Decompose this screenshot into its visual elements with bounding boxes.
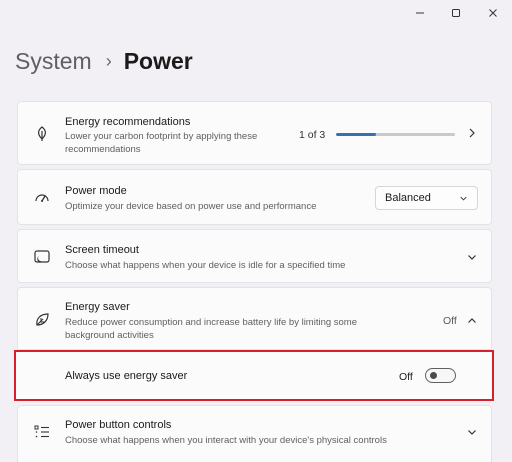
energy-saver-status: Off (443, 315, 457, 327)
power-mode-description: Optimize your device based on power use … (65, 201, 317, 212)
speedometer-icon (32, 188, 52, 208)
close-icon (489, 9, 497, 17)
energy-recommendations-card[interactable]: Energy recommendations Lower your carbon… (17, 101, 492, 165)
power-button-controls-card[interactable]: Power button controls Choose what happen… (17, 405, 492, 462)
title-bar (0, 0, 512, 26)
energy-recommendations-description: Lower your carbon footprint by applying … (65, 131, 258, 155)
list-icon (32, 422, 52, 442)
minimize-button[interactable] (408, 4, 432, 22)
always-use-toggle-label: Off (399, 371, 413, 383)
recommendations-progress-fill (336, 133, 376, 136)
power-button-controls-description: Choose what happens when you interact wi… (65, 435, 387, 446)
always-use-energy-saver-row: Always use energy saver Off (14, 350, 494, 401)
chevron-down-icon (465, 250, 479, 264)
breadcrumb: System › Power (15, 44, 193, 78)
toggle-knob (430, 372, 437, 379)
power-mode-dropdown[interactable]: Balanced (375, 186, 478, 210)
power-mode-title: Power mode (65, 185, 127, 197)
close-button[interactable] (481, 4, 505, 22)
energy-saver-card[interactable]: Energy saver Reduce power consumption an… (17, 287, 492, 350)
breadcrumb-system[interactable]: System (15, 48, 92, 75)
page-title: Power (123, 47, 193, 74)
screen-timeout-description: Choose what happens when your device is … (65, 260, 346, 271)
screen-timeout-title: Screen timeout (65, 244, 139, 256)
power-mode-selected: Balanced (385, 192, 431, 204)
energy-saver-description: Reduce power consumption and increase ba… (65, 317, 358, 341)
maximize-icon (452, 9, 460, 17)
chevron-down-icon (465, 425, 479, 439)
always-use-energy-saver-label: Always use energy saver (65, 370, 188, 382)
energy-recommendations-title: Energy recommendations (65, 116, 191, 128)
minimize-icon (416, 12, 424, 14)
recommendations-progress-bar (336, 133, 455, 136)
power-mode-card: Power mode Optimize your device based on… (17, 169, 492, 225)
always-use-energy-saver-toggle[interactable] (425, 368, 456, 383)
chevron-up-icon (465, 314, 479, 328)
energy-saver-leaf-icon (32, 310, 52, 330)
energy-saver-title: Energy saver (65, 301, 130, 313)
power-button-controls-title: Power button controls (65, 419, 172, 431)
chevron-right-icon (465, 126, 479, 140)
recommendations-progress-text: 1 of 3 (299, 129, 326, 141)
maximize-button[interactable] (444, 4, 468, 22)
chevron-down-icon (459, 193, 469, 203)
screen-timeout-card[interactable]: Screen timeout Choose what happens when … (17, 229, 492, 283)
leaf-icon (32, 124, 52, 144)
screen-timeout-icon (32, 247, 52, 267)
breadcrumb-separator: › (105, 50, 112, 71)
